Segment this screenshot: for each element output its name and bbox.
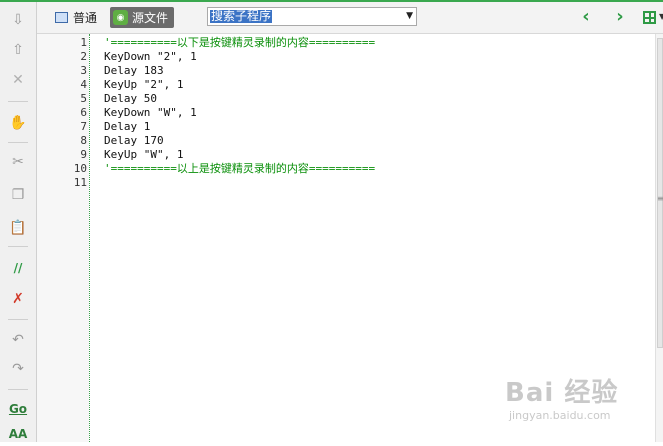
- nav-prev-button[interactable]: ‹: [576, 8, 596, 28]
- watermark-url: jingyan.baidu.com: [509, 409, 611, 422]
- hand-button[interactable]: ✋: [6, 111, 30, 135]
- delete-button[interactable]: ✕: [6, 68, 30, 92]
- move-down-button[interactable]: ⇩: [6, 8, 30, 32]
- watermark: Bai 经验 jingyan.baidu.com: [505, 372, 655, 432]
- copy-icon: ❐: [11, 187, 25, 203]
- source-file-icon: ◉: [113, 10, 128, 25]
- tab-source-file-label: 源文件: [132, 11, 169, 25]
- move-down-icon: ⇩: [12, 12, 24, 28]
- line-number: 8: [80, 134, 87, 147]
- comment-button[interactable]: //: [6, 256, 30, 280]
- toolbar-separator: [8, 246, 28, 247]
- code-line[interactable]: '==========以下是按键精灵录制的内容==========: [104, 36, 375, 50]
- delete-icon: ✕: [12, 72, 24, 88]
- code-line[interactable]: Delay 170: [104, 134, 164, 148]
- code-line[interactable]: Delay 183: [104, 64, 164, 78]
- line-number: 4: [80, 78, 87, 91]
- layout-dropdown-icon[interactable]: ▼: [659, 12, 663, 21]
- redo-icon: ↷: [12, 361, 24, 377]
- toolbar-separator: [8, 101, 28, 102]
- uncomment-button[interactable]: ✗: [6, 287, 30, 311]
- line-number: 5: [80, 92, 87, 105]
- scrollbar-thumb[interactable]: [657, 38, 663, 348]
- line-number: 10: [73, 162, 87, 175]
- toolbar-separator: [8, 319, 28, 320]
- gutter-divider: [89, 34, 90, 442]
- chevron-right-icon: ›: [616, 6, 624, 27]
- left-toolbar: ⇩ ⇧ ✕ ✋ ✂ ❐ 📋 // ✗ ↶ ↷ Go AA: [0, 2, 37, 442]
- search-subroutine-value: 搜索子程序: [210, 9, 273, 23]
- line-number: 11: [73, 176, 87, 189]
- go-icon: Go: [8, 402, 28, 416]
- undo-button[interactable]: ↶: [6, 328, 30, 352]
- hand-icon: ✋: [9, 115, 27, 131]
- chevron-down-icon[interactable]: ▼: [406, 11, 413, 21]
- redo-button[interactable]: ↷: [6, 357, 30, 381]
- code-line[interactable]: KeyUp "W", 1: [104, 148, 183, 162]
- code-line[interactable]: '==========以上是按键精灵录制的内容==========: [104, 162, 375, 176]
- line-number: 6: [80, 106, 87, 119]
- line-number: 7: [80, 120, 87, 133]
- code-line[interactable]: Delay 1: [104, 120, 150, 134]
- undo-icon: ↶: [12, 332, 24, 348]
- scrollbar-grip-icon: ≡: [657, 194, 663, 203]
- vertical-scrollbar[interactable]: ≡: [655, 34, 663, 442]
- line-number: 2: [80, 50, 87, 63]
- uncomment-icon: ✗: [12, 291, 24, 307]
- code-line[interactable]: KeyDown "2", 1: [104, 50, 197, 64]
- paste-button[interactable]: 📋: [6, 216, 30, 240]
- nav-next-button[interactable]: ›: [610, 8, 630, 28]
- code-line[interactable]: KeyDown "W", 1: [104, 106, 197, 120]
- top-toolbar: 普通 ◉ 源文件 搜索子程序 ▼ ‹ › ▼: [37, 2, 663, 34]
- watermark-logo: Bai 经验: [505, 378, 619, 408]
- line-number: 1: [80, 36, 87, 49]
- copy-button[interactable]: ❐: [6, 183, 30, 207]
- find-button[interactable]: AA: [6, 422, 30, 446]
- move-up-button[interactable]: ⇧: [6, 38, 30, 62]
- search-subroutine-select[interactable]: 搜索子程序 ▼: [207, 7, 417, 26]
- layout-grid-icon[interactable]: [643, 11, 656, 24]
- document-icon: [55, 12, 68, 23]
- find-icon: AA: [8, 427, 28, 441]
- cut-icon: ✂: [12, 154, 24, 170]
- code-line[interactable]: KeyUp "2", 1: [104, 78, 183, 92]
- tab-source-file[interactable]: ◉ 源文件: [110, 7, 175, 28]
- comment-icon: //: [13, 261, 23, 275]
- move-up-icon: ⇧: [12, 42, 24, 58]
- go-button[interactable]: Go: [6, 397, 30, 421]
- tab-normal[interactable]: 普通: [51, 7, 101, 28]
- paste-icon: 📋: [9, 220, 27, 236]
- toolbar-separator: [8, 142, 28, 143]
- tab-normal-label: 普通: [73, 11, 98, 25]
- cut-button[interactable]: ✂: [6, 150, 30, 174]
- code-line[interactable]: Delay 50: [104, 92, 157, 106]
- line-number: 9: [80, 148, 87, 161]
- chevron-left-icon: ‹: [582, 6, 590, 27]
- toolbar-separator: [8, 389, 28, 390]
- line-number: 3: [80, 64, 87, 77]
